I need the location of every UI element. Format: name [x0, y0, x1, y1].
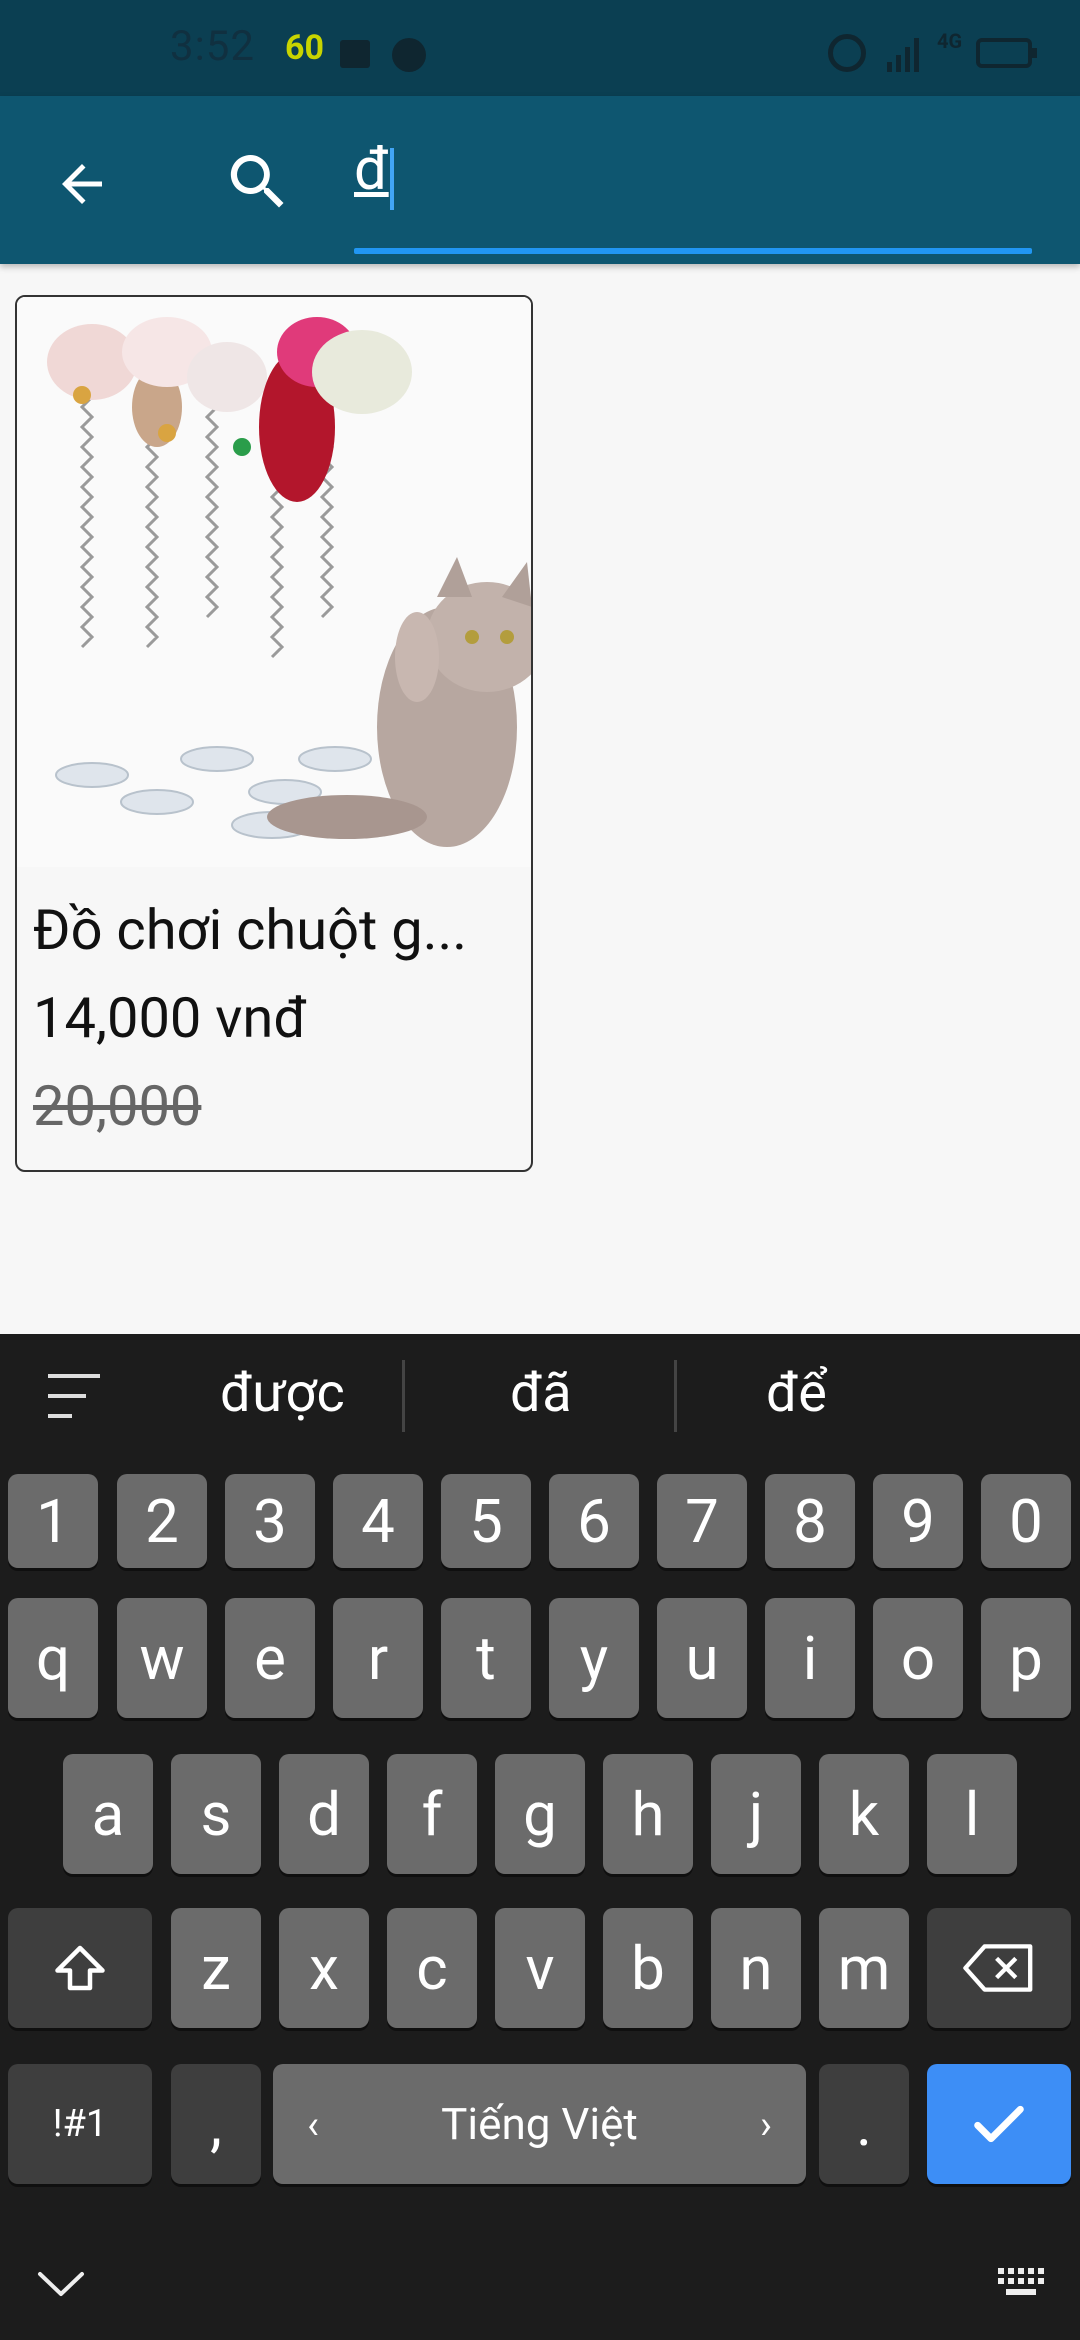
space-key-label: Tiếng Việt: [441, 2098, 638, 2150]
key-j[interactable]: j: [711, 1754, 801, 1874]
search-icon: [230, 155, 284, 208]
key-i[interactable]: i: [765, 1598, 855, 1718]
key-1[interactable]: 1: [8, 1474, 98, 1568]
product-image: [17, 297, 531, 867]
key-5[interactable]: 5: [441, 1474, 531, 1568]
key-b[interactable]: b: [603, 1908, 693, 2028]
key-n[interactable]: n: [711, 1908, 801, 2028]
soft-keyboard: được đã để 1 2 3 4 5 6 7 8 9 0 q w e r t…: [0, 1334, 1080, 2340]
text-cursor: [390, 148, 394, 210]
key-v[interactable]: v: [495, 1908, 585, 2028]
key-u[interactable]: u: [657, 1598, 747, 1718]
search-input-underline: [354, 248, 1032, 254]
messenger-icon: [392, 38, 426, 72]
alarm-icon: [828, 34, 866, 72]
back-arrow-icon[interactable]: [52, 154, 112, 214]
search-input[interactable]: đ: [354, 136, 389, 204]
comma-key[interactable]: ,: [171, 2064, 261, 2184]
enter-key[interactable]: [927, 2064, 1071, 2184]
key-2[interactable]: 2: [117, 1474, 207, 1568]
key-l[interactable]: l: [927, 1754, 1017, 1874]
key-s[interactable]: s: [171, 1754, 261, 1874]
image-icon: [340, 40, 370, 68]
product-old-price: 20,000: [33, 1073, 202, 1139]
key-8[interactable]: 8: [765, 1474, 855, 1568]
key-p[interactable]: p: [981, 1598, 1071, 1718]
suggestion-divider: [674, 1360, 677, 1432]
key-q[interactable]: q: [8, 1598, 98, 1718]
shift-icon: [55, 1945, 105, 1991]
key-g[interactable]: g: [495, 1754, 585, 1874]
key-4[interactable]: 4: [333, 1474, 423, 1568]
search-app-bar: đ: [0, 96, 1080, 264]
check-icon: [974, 2105, 1024, 2143]
key-c[interactable]: c: [387, 1908, 477, 2028]
key-6[interactable]: 6: [549, 1474, 639, 1568]
network-type: 4G: [937, 29, 963, 53]
key-y[interactable]: y: [549, 1598, 639, 1718]
symbols-key[interactable]: !#1: [8, 2064, 152, 2184]
key-h[interactable]: h: [603, 1754, 693, 1874]
product-name: Đồ chơi chuột g...: [33, 897, 467, 963]
suggestion-2[interactable]: đã: [510, 1362, 572, 1425]
key-x[interactable]: x: [279, 1908, 369, 2028]
key-z[interactable]: z: [171, 1908, 261, 2028]
product-price: 14,000 vnđ: [33, 985, 307, 1051]
key-m[interactable]: m: [819, 1908, 909, 2028]
period-key[interactable]: .: [819, 2064, 909, 2184]
suggestion-divider: [402, 1360, 405, 1432]
chevron-right-icon: ›: [759, 2100, 772, 2148]
space-key[interactable]: ‹ Tiếng Việt ›: [273, 2064, 806, 2184]
chevron-left-icon: ‹: [307, 2100, 320, 2148]
backspace-key[interactable]: [927, 1908, 1071, 2028]
key-r[interactable]: r: [333, 1598, 423, 1718]
backspace-icon: [963, 1944, 1033, 1992]
key-7[interactable]: 7: [657, 1474, 747, 1568]
key-9[interactable]: 9: [873, 1474, 963, 1568]
keyboard-menu-icon[interactable]: [48, 1372, 102, 1422]
suggestion-1[interactable]: được: [220, 1362, 345, 1425]
key-3[interactable]: 3: [225, 1474, 315, 1568]
battery-icon: [976, 38, 1037, 68]
key-w[interactable]: w: [117, 1598, 207, 1718]
status-bar: 3:52 60 4G: [0, 0, 1080, 96]
product-card[interactable]: Đồ chơi chuột g... 14,000 vnđ 20,000: [15, 295, 533, 1172]
key-d[interactable]: d: [279, 1754, 369, 1874]
shift-key[interactable]: [8, 1908, 152, 2028]
key-t[interactable]: t: [441, 1598, 531, 1718]
hide-keyboard-icon[interactable]: [36, 2264, 86, 2304]
status-badge: 60: [285, 28, 325, 68]
key-k[interactable]: k: [819, 1754, 909, 1874]
keyboard-switch-icon[interactable]: [996, 2264, 1046, 2300]
key-e[interactable]: e: [225, 1598, 315, 1718]
key-f[interactable]: f: [387, 1754, 477, 1874]
key-a[interactable]: a: [63, 1754, 153, 1874]
key-0[interactable]: 0: [981, 1474, 1071, 1568]
status-time: 3:52: [170, 22, 255, 71]
signal-icon: [887, 38, 919, 72]
suggestion-3[interactable]: để: [766, 1362, 827, 1425]
key-o[interactable]: o: [873, 1598, 963, 1718]
